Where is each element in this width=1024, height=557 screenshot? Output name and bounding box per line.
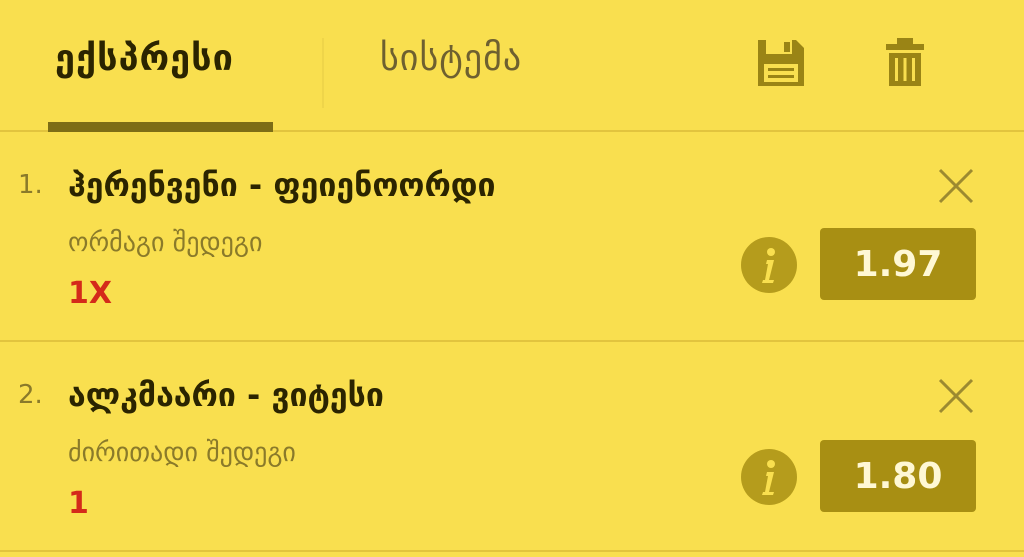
odds-button[interactable]: 1.97 — [820, 228, 976, 300]
info-icon — [741, 237, 797, 293]
active-tab-indicator — [48, 122, 273, 132]
bet-number: 2. — [18, 380, 43, 410]
remove-bet-button[interactable] — [936, 376, 976, 416]
tab-express[interactable]: ექსპრესი — [55, 38, 234, 79]
info-icon — [741, 449, 797, 505]
save-button[interactable] — [754, 36, 808, 90]
bet-row: 1. ჰერენვენი - ფეიენოორდი ორმაგი შედეგი … — [0, 132, 1024, 342]
tab-system[interactable]: სისტემა — [380, 38, 522, 79]
market-name: ძირითადი შედეგი — [68, 438, 296, 468]
odds-button[interactable]: 1.80 — [820, 440, 976, 512]
selected-outcome: 1X — [68, 276, 113, 311]
close-icon — [938, 168, 974, 204]
bet-slip-tabs: ექსპრესი სისტემა — [0, 0, 1024, 132]
remove-bet-button[interactable] — [936, 166, 976, 206]
selected-outcome: 1 — [68, 486, 89, 521]
bet-row: 2. ალკმაარი - ვიტესი ძირითადი შედეგი 1 1… — [0, 342, 1024, 552]
bet-number: 1. — [18, 170, 43, 200]
delete-all-button[interactable] — [884, 36, 926, 90]
match-title: ალკმაარი - ვიტესი — [68, 376, 384, 414]
trash-icon — [886, 38, 924, 86]
floppy-disk-icon — [758, 40, 804, 86]
market-name: ორმაგი შედეგი — [68, 228, 263, 258]
info-button[interactable] — [740, 448, 798, 506]
close-icon — [938, 378, 974, 414]
tab-divider — [322, 38, 324, 108]
match-title: ჰერენვენი - ფეიენოორდი — [68, 166, 496, 204]
info-button[interactable] — [740, 236, 798, 294]
